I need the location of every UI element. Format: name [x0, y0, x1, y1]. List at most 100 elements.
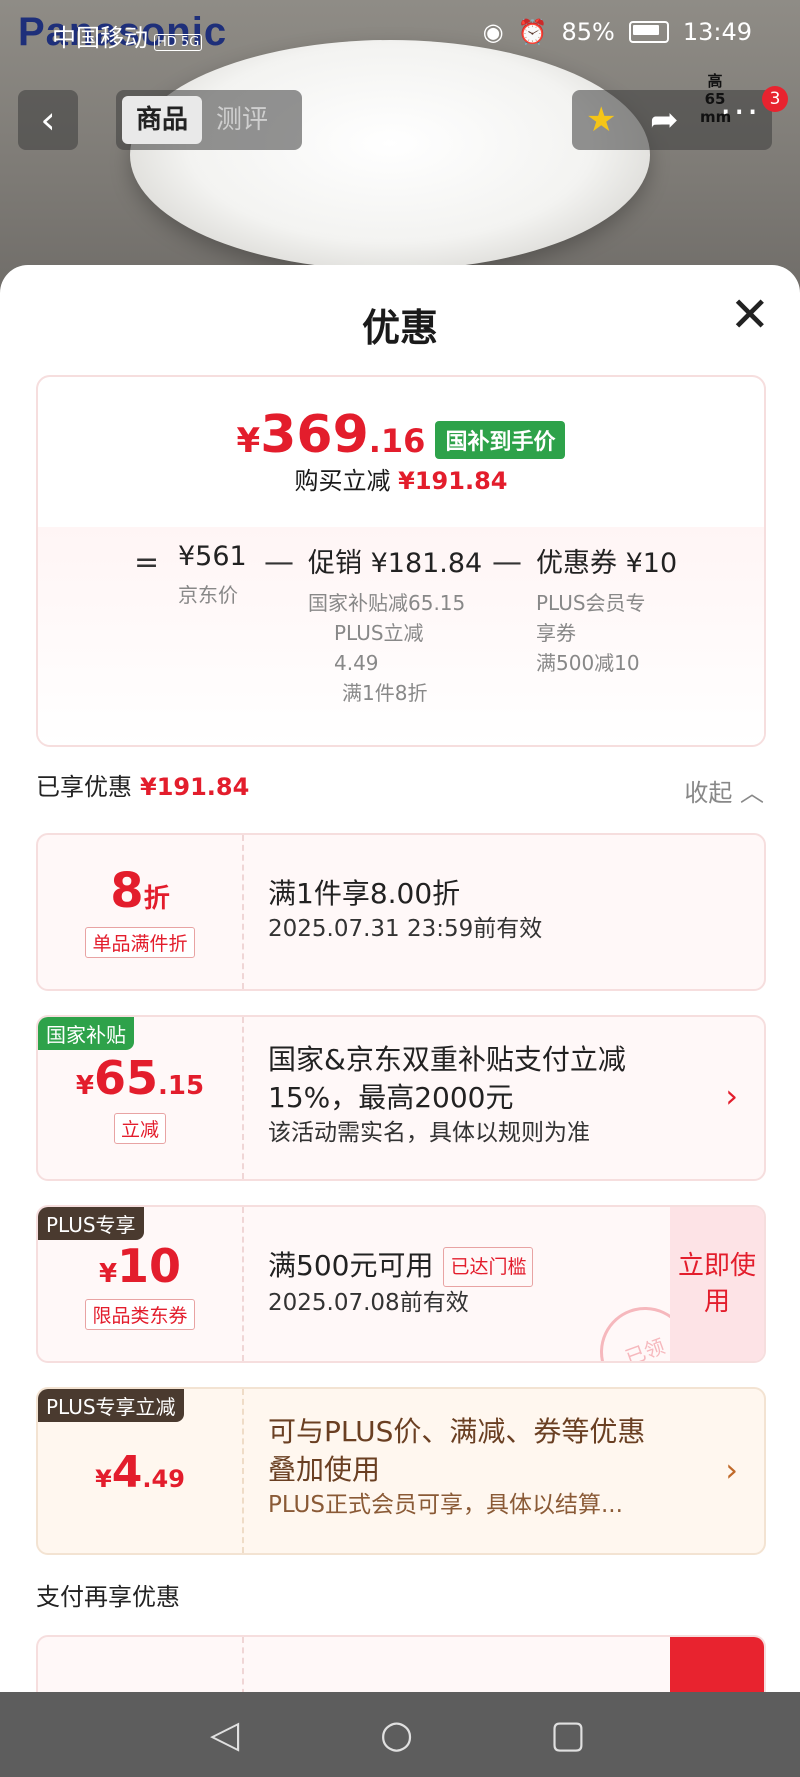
nav-recent-icon[interactable]: ▢ — [550, 1714, 586, 1754]
currency-symbol: ¥ — [98, 1259, 118, 1289]
share-icon[interactable]: ➦ — [650, 100, 679, 140]
promo-column: 促销 ¥181.84 国家补贴减65.15 PLUS立减 4.49 满1件8折 — [308, 541, 482, 708]
favorite-star-icon[interactable]: ★ — [586, 100, 616, 140]
discount-card-full-piece[interactable]: 8折 单品满件折 满1件享8.00折 2025.07.31 23:59前有效 — [36, 833, 766, 991]
card-value: ¥10 — [38, 1239, 242, 1293]
card-title-line2: 叠加使用 — [268, 1453, 381, 1486]
card-note: 该活动需实名，具体以规则为准 — [268, 1120, 590, 1146]
card-value-number: 8 — [110, 863, 144, 919]
coupon-detail-1: PLUS会员专 — [536, 591, 646, 615]
price-integer: 369 — [260, 405, 369, 465]
battery-icon — [628, 21, 669, 43]
reduce-label: 购买立减 — [294, 467, 391, 495]
jd-price-label: 京东价 — [178, 583, 238, 607]
coupon-details: PLUS会员专 享券 满500减10 — [536, 588, 677, 678]
card-validity: 2025.07.31 23:59前有效 — [268, 916, 543, 942]
reduce-amount: ¥191.84 — [398, 467, 508, 495]
promo-details: 国家补贴减65.15 PLUS立减 4.49 满1件8折 — [308, 588, 482, 708]
card-value-decimal: .49 — [142, 1465, 185, 1493]
coupon-column: 优惠券 ¥10 PLUS会员专 享券 满500减10 — [536, 541, 677, 678]
final-price: ¥369.16 国补到手价 — [38, 405, 764, 467]
clock: 13:49 — [682, 18, 752, 46]
collapse-button[interactable]: 收起 ︿ — [684, 773, 764, 808]
currency-symbol: ¥ — [236, 421, 261, 461]
plus-exclusive-badge: PLUS专享 — [38, 1207, 144, 1240]
card-value-unit: 折 — [143, 884, 170, 914]
tab-product[interactable]: 商品 — [122, 96, 203, 144]
currency-symbol: ¥ — [75, 1071, 94, 1101]
discount-card-national-subsidy[interactable]: ¥65.15 立减 国家补贴 国家&京东双重补贴支付立减 15%，最高2000元… — [36, 1015, 766, 1181]
top-navigation: ‹ 商品 测评 ★ ➦ ··· 3 — [0, 86, 800, 150]
sheet-title: 优惠 — [361, 306, 438, 350]
coupon-detail-2: 享券 — [536, 621, 576, 645]
card-content: 可与PLUS价、满减、券等优惠 叠加使用 PLUS正式会员可享，具体以结算... — [268, 1413, 645, 1521]
payment-action-button[interactable] — [670, 1637, 764, 1695]
card-value: ¥65.15 — [38, 1051, 242, 1105]
promo-total: 促销 ¥181.84 — [308, 548, 483, 579]
card-type-text: 单品满件折 — [85, 927, 195, 958]
equals-sign: = — [134, 545, 160, 580]
card-value-number: 10 — [117, 1239, 182, 1293]
reduce-line: 购买立减 ¥191.84 — [38, 461, 764, 496]
jd-price-column: ¥561 京东价 — [178, 541, 247, 610]
use-now-button[interactable]: 立即使用 — [670, 1207, 764, 1361]
card-type-tag: 单品满件折 — [38, 927, 242, 958]
nav-home-icon[interactable]: ○ — [380, 1714, 413, 1754]
promo-plus: PLUS立减 — [334, 621, 424, 645]
card-type-tag: 限品类东券 — [38, 1299, 242, 1330]
card-type-tag: 立减 — [38, 1113, 242, 1144]
card-validity: 2025.07.08前有效 — [268, 1290, 469, 1316]
plus-reduce-badge: PLUS专享立减 — [38, 1389, 184, 1422]
battery-percent: 85% — [561, 18, 615, 46]
currency-symbol: ¥ — [95, 1465, 112, 1493]
jd-price: ¥561 — [178, 541, 247, 572]
card-note: PLUS正式会员可享，具体以结算... — [268, 1492, 623, 1518]
card-title: 满1件享8.00折 — [268, 877, 461, 910]
card-title-text: 满500元可用 — [268, 1249, 434, 1282]
threshold-reached-tag: 已达门槛 — [443, 1247, 534, 1287]
network-icon: HD 5G — [154, 34, 203, 51]
chevron-right-icon: › — [725, 1451, 738, 1489]
chevron-right-icon: › — [725, 1077, 738, 1115]
alarm-icon: ⏰ — [517, 18, 548, 46]
card-type-text: 限品类东券 — [85, 1299, 195, 1330]
back-button[interactable]: ‹ — [18, 90, 78, 150]
card-left-panel: 8折 单品满件折 — [38, 835, 244, 989]
price-summary: ¥369.16 国补到手价 购买立减 ¥191.84 = ¥561 京东价 — 促… — [36, 375, 766, 747]
enjoyed-amount: ¥191.84 — [140, 773, 250, 801]
card-value-decimal: .15 — [158, 1071, 205, 1101]
price-decimal: .16 — [368, 422, 426, 460]
eye-icon: ◉ — [482, 18, 504, 46]
dimension-label: 高 65 mm — [700, 72, 732, 126]
minus-sign-1: — — [264, 545, 294, 580]
tab-bar: 商品 测评 — [116, 90, 302, 150]
pay-section-label: 支付再享优惠 — [36, 1583, 180, 1611]
card-title: 国家&京东双重补贴支付立减 — [268, 1043, 626, 1076]
card-value: ¥4.49 — [38, 1447, 242, 1498]
message-count-badge: 3 — [762, 86, 788, 112]
close-icon[interactable]: ✕ — [730, 291, 770, 339]
nav-back-icon[interactable]: ◁ — [210, 1714, 239, 1754]
card-content: 满1件享8.00折 2025.07.31 23:59前有效 — [268, 875, 542, 945]
coupon-total: 优惠券 ¥10 — [536, 548, 678, 579]
promo-subsidy: 国家补贴减65.15 — [308, 591, 466, 615]
tab-review[interactable]: 测评 — [202, 96, 282, 144]
payment-discount-card[interactable] — [36, 1635, 766, 1695]
promo-discount: 满1件8折 — [342, 681, 428, 705]
coupon-card-plus[interactable]: ¥10 限品类东券 PLUS专享 满500元可用 已达门槛 2025.07.08前… — [36, 1205, 766, 1363]
discount-card-plus-reduce[interactable]: ¥4.49 PLUS专享立减 可与PLUS价、满减、券等优惠 叠加使用 PLUS… — [36, 1387, 766, 1555]
card-left-panel — [38, 1637, 244, 1695]
card-value-number: 4 — [111, 1447, 143, 1498]
status-bar: 中国移动 HD 5G ◉ ⏰ 85% 13:49 — [0, 14, 800, 54]
subsidy-price-tag: 国补到手价 — [435, 420, 566, 459]
android-navigation-bar: ◁ ○ ▢ — [0, 1692, 800, 1777]
enjoyed-label-text: 已享优惠 — [36, 773, 132, 801]
action-group: ★ ➦ ··· 3 — [572, 86, 788, 150]
coupon-detail-3: 满500减10 — [536, 651, 640, 675]
minus-sign-2: — — [492, 545, 522, 580]
card-content: 满500元可用 已达门槛 2025.07.08前有效 — [268, 1247, 534, 1319]
card-title: 满500元可用 已达门槛 — [268, 1247, 534, 1287]
card-title: 可与PLUS价、满减、券等优惠 — [268, 1415, 646, 1448]
card-content: 国家&京东双重补贴支付立减 15%，最高2000元 该活动需实名，具体以规则为准 — [268, 1041, 626, 1149]
card-value: 8折 — [38, 863, 242, 919]
